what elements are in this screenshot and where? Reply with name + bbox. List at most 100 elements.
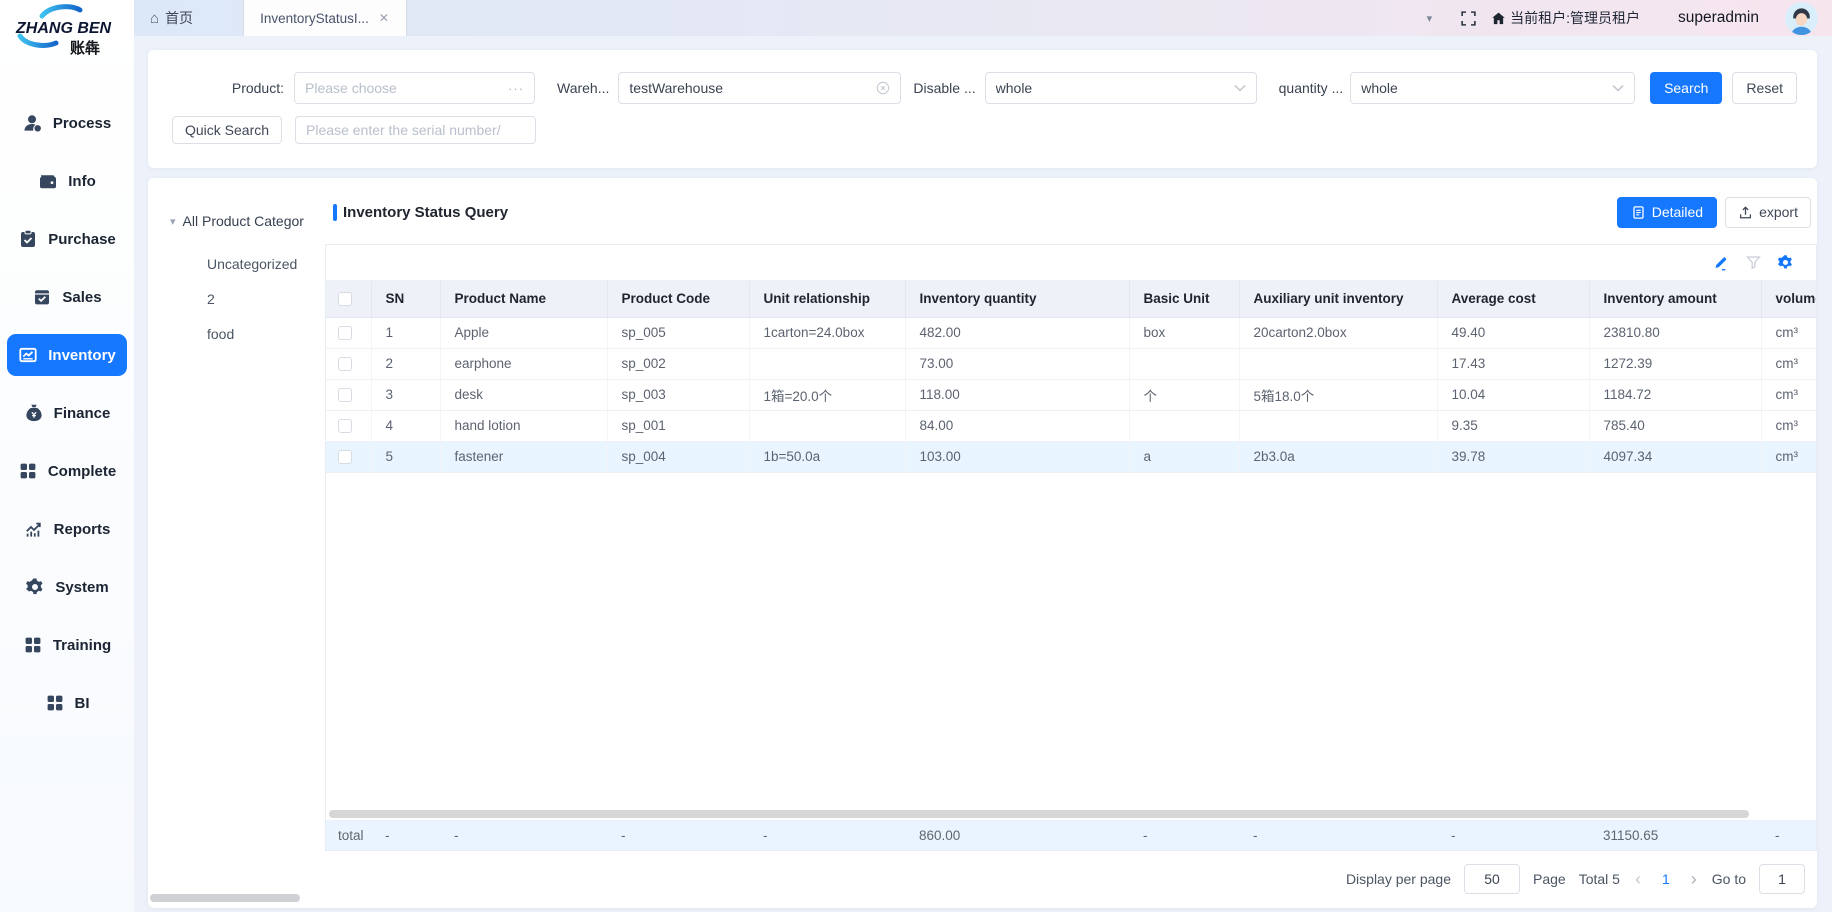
- column-header-volume-unit[interactable]: volume unit: [1761, 281, 1817, 317]
- sidebar-item-process[interactable]: Process: [7, 102, 127, 144]
- total-cell: -: [371, 820, 440, 850]
- table-row[interactable]: 3desksp_0031箱=20.0个118.00个5箱18.0个10.0411…: [326, 379, 1817, 410]
- prev-page-icon[interactable]: ‹: [1633, 870, 1643, 888]
- sidebar-item-info[interactable]: Info: [7, 160, 127, 202]
- table-row[interactable]: 4hand lotionsp_00184.009.35785.40cm³: [326, 410, 1817, 441]
- filter-icon[interactable]: [1745, 254, 1762, 271]
- cell-unit-relationship: 1carton=24.0box: [749, 317, 905, 348]
- quick-search-placeholder: Please enter the serial number/: [306, 122, 525, 138]
- current-page[interactable]: 1: [1656, 871, 1676, 887]
- cell-sn: 4: [371, 410, 440, 441]
- tree-item-2[interactable]: 2: [148, 281, 325, 316]
- sidebar-item-training[interactable]: Training: [7, 624, 127, 666]
- column-header-sn[interactable]: SN: [371, 281, 440, 317]
- column-header-basic-unit[interactable]: Basic Unit: [1129, 281, 1239, 317]
- sidebar-item-label: Sales: [62, 289, 101, 306]
- total-cell: -: [1129, 820, 1239, 850]
- cell-unit-relationship: [749, 410, 905, 441]
- quick-search-input[interactable]: Please enter the serial number/: [295, 116, 536, 144]
- scrollbar-thumb[interactable]: [329, 810, 1749, 818]
- cell-inventory-quantity: 103.00: [905, 441, 1129, 472]
- tree-root-all-product-categories[interactable]: ▾ All Product Categor: [148, 208, 325, 234]
- sidebar-item-purchase[interactable]: Purchase: [7, 218, 127, 260]
- total-cell: -: [440, 820, 607, 850]
- tree-item-uncategorized[interactable]: Uncategorized: [148, 246, 325, 281]
- table-row[interactable]: 2earphonesp_00273.0017.431272.39cm³: [326, 348, 1817, 379]
- table-row[interactable]: 1Applesp_0051carton=24.0box482.00box20ca…: [326, 317, 1817, 348]
- ellipsis-icon[interactable]: ···: [508, 81, 524, 96]
- warehouse-input[interactable]: testWarehouse: [618, 72, 901, 104]
- cell-product-name: Apple: [440, 317, 607, 348]
- sidebar-item-reports[interactable]: Reports: [7, 508, 127, 550]
- filter-card: Product: Please choose ··· Wareh... test…: [148, 50, 1817, 168]
- total-cell: -: [1437, 820, 1589, 850]
- table-panel: Inventory Status Query Detailed: [325, 178, 1817, 908]
- column-header-inventory-amount[interactable]: Inventory amount: [1589, 281, 1761, 317]
- cell-sn: 3: [371, 379, 440, 410]
- column-header-product-code[interactable]: Product Code: [607, 281, 749, 317]
- sidebar-item-label: System: [55, 579, 108, 596]
- reset-button[interactable]: Reset: [1732, 72, 1797, 104]
- export-button[interactable]: export: [1725, 197, 1811, 228]
- cell-inventory-quantity: 73.00: [905, 348, 1129, 379]
- chart-icon: [18, 345, 38, 365]
- row-checkbox[interactable]: [338, 326, 352, 340]
- sidebar-item-inventory[interactable]: Inventory: [7, 334, 127, 376]
- cell-product-name: desk: [440, 379, 607, 410]
- column-header-unit-relationship[interactable]: Unit relationship: [749, 281, 905, 317]
- goto-page-input[interactable]: 1: [1759, 864, 1805, 894]
- edit-icon[interactable]: [1713, 254, 1730, 271]
- username[interactable]: superadmin: [1678, 9, 1759, 27]
- sidebar-item-label: Finance: [54, 405, 111, 422]
- cell-basic-unit: a: [1129, 441, 1239, 472]
- quantity-value: whole: [1361, 80, 1606, 96]
- quantity-select[interactable]: whole: [1350, 72, 1635, 104]
- sidebar-item-finance[interactable]: Finance: [7, 392, 127, 434]
- cell-inventory-quantity: 482.00: [905, 317, 1129, 348]
- row-checkbox[interactable]: [338, 450, 352, 464]
- settings-icon[interactable]: [1777, 254, 1794, 271]
- tree-item-food[interactable]: food: [148, 316, 325, 351]
- column-header-average-cost[interactable]: Average cost: [1437, 281, 1589, 317]
- table-row[interactable]: 5fastenersp_0041b=50.0a103.00a2b3.0a39.7…: [326, 441, 1817, 472]
- avatar[interactable]: [1785, 2, 1818, 35]
- cell-inventory-quantity: 84.00: [905, 410, 1129, 441]
- sidebar-item-label: Reports: [54, 521, 111, 538]
- tree-horizontal-scrollbar[interactable]: [150, 894, 300, 902]
- row-checkbox[interactable]: [338, 388, 352, 402]
- tree-expand-icon[interactable]: ▾: [170, 215, 176, 228]
- detailed-button[interactable]: Detailed: [1617, 197, 1717, 228]
- column-header-product-name[interactable]: Product Name: [440, 281, 607, 317]
- quick-search-button[interactable]: Quick Search: [172, 116, 282, 144]
- quick-search-row: Quick Search Please enter the serial num…: [148, 116, 1817, 144]
- product-select[interactable]: Please choose ···: [294, 72, 535, 104]
- product-label: Product:: [228, 80, 284, 96]
- tab-home[interactable]: ⌂ 首页: [136, 0, 207, 36]
- clear-icon[interactable]: [876, 81, 890, 95]
- sidebar-item-system[interactable]: System: [7, 566, 127, 608]
- cell-unit-relationship: 1b=50.0a: [749, 441, 905, 472]
- search-button[interactable]: Search: [1650, 72, 1722, 104]
- cell-auxiliary-unit-inventory: [1239, 410, 1437, 441]
- sidebar-item-label: Info: [68, 173, 96, 190]
- chevron-down-icon[interactable]: ▾: [1427, 12, 1433, 25]
- column-header-auxiliary-unit-inventory[interactable]: Auxiliary unit inventory: [1239, 281, 1437, 317]
- cell-product-name: fastener: [440, 441, 607, 472]
- tab-inventory-status[interactable]: InventoryStatusI... ✕: [243, 0, 407, 36]
- close-icon[interactable]: ✕: [379, 11, 389, 25]
- sidebar-item-bi[interactable]: BI: [7, 682, 127, 724]
- app-logo[interactable]: ZHANG BEN 账犇: [0, 0, 134, 64]
- sidebar-item-complete[interactable]: Complete: [7, 450, 127, 492]
- total-count-label: Total 5: [1579, 871, 1620, 887]
- tenant-info: 当前租户:管理员租户: [1491, 8, 1640, 28]
- next-page-icon[interactable]: ›: [1689, 870, 1699, 888]
- row-checkbox[interactable]: [338, 357, 352, 371]
- fullscreen-icon[interactable]: [1460, 10, 1477, 27]
- cell-sn: 2: [371, 348, 440, 379]
- row-checkbox[interactable]: [338, 419, 352, 433]
- select-all-checkbox[interactable]: [338, 292, 352, 306]
- sidebar-item-sales[interactable]: Sales: [7, 276, 127, 318]
- page-size-input[interactable]: 50: [1464, 864, 1520, 894]
- disable-select[interactable]: whole: [985, 72, 1257, 104]
- column-header-inventory-quantity[interactable]: Inventory quantity: [905, 281, 1129, 317]
